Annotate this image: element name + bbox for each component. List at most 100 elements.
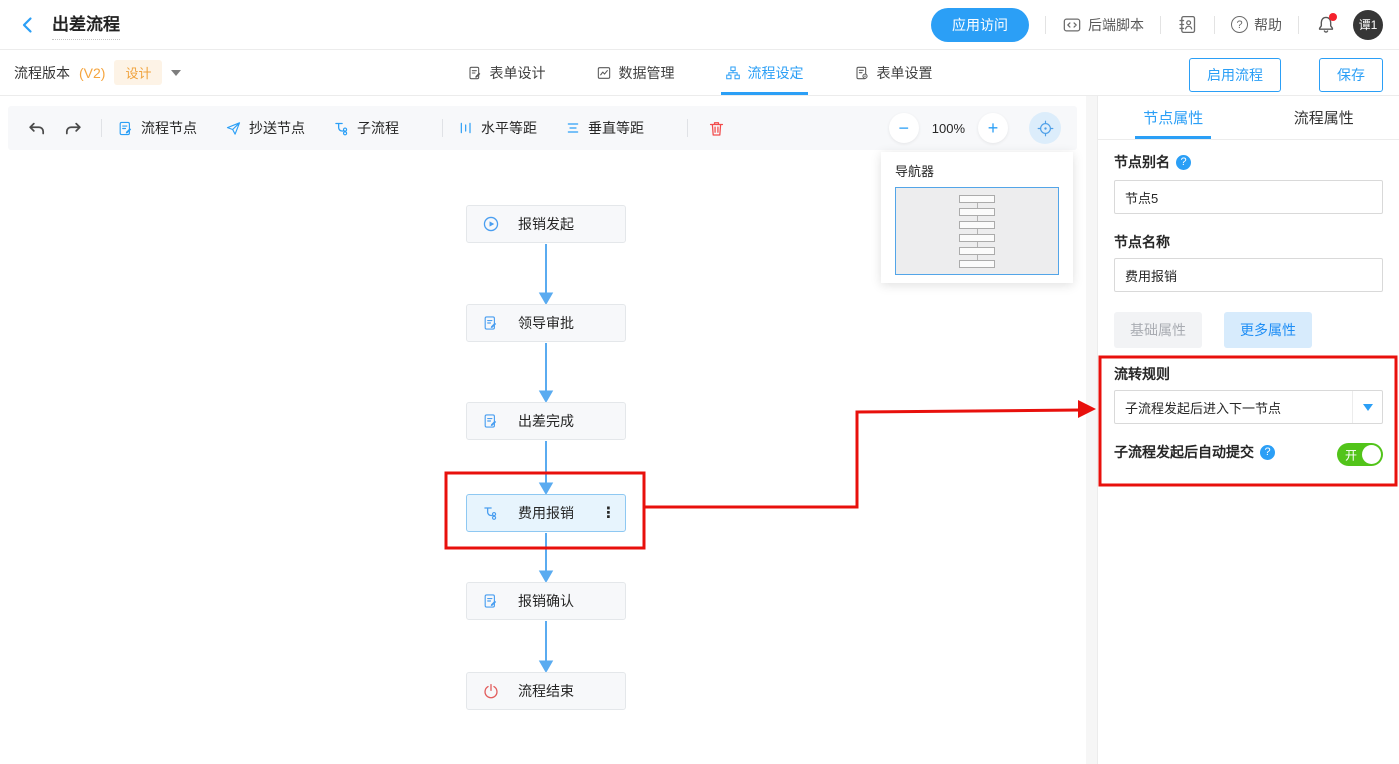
chevron-left-icon — [18, 15, 38, 35]
form-settings-icon — [854, 65, 870, 81]
flow-node-icon — [117, 120, 134, 137]
back-button[interactable] — [16, 13, 40, 37]
tool-label: 流程节点 — [141, 118, 197, 138]
help-icon: ? — [1231, 16, 1248, 33]
navigator-panel: 导航器 — [881, 152, 1073, 283]
tab-label: 流程设定 — [748, 63, 804, 83]
module-tabs: 表单设计 数据管理 流程设定 表单设置 — [467, 50, 933, 95]
code-icon — [1062, 15, 1082, 35]
auto-submit-help-icon[interactable]: ? — [1260, 445, 1275, 460]
alias-label-row: 节点别名 ? — [1114, 152, 1191, 172]
more-props-button[interactable]: 更多属性 — [1224, 312, 1312, 348]
navigator-title: 导航器 — [895, 161, 1059, 180]
select-caret-zone[interactable] — [1352, 391, 1382, 423]
vertical-equal-spacing-button[interactable]: 垂直等距 — [565, 118, 644, 138]
rule-label: 流转规则 — [1114, 364, 1170, 384]
add-cc-node-button[interactable]: 抄送节点 — [225, 118, 305, 138]
design-status-chip[interactable]: 设计 — [114, 60, 162, 85]
paper-plane-icon — [225, 120, 242, 137]
enable-flow-button[interactable]: 启用流程 — [1189, 58, 1281, 92]
page-title: 出差流程 — [52, 10, 120, 40]
approval-doc-icon — [482, 593, 499, 610]
address-book-icon — [1177, 14, 1198, 35]
tab-label: 数据管理 — [619, 63, 675, 83]
basic-props-button[interactable]: 基础属性 — [1114, 312, 1202, 348]
header-divider — [1160, 16, 1161, 34]
add-subflow-button[interactable]: 子流程 — [333, 118, 399, 138]
delete-node-button[interactable] — [703, 115, 729, 141]
auto-submit-label-row: 子流程发起后自动提交 ? — [1114, 442, 1275, 462]
approval-doc-icon — [482, 315, 499, 332]
tab-label: 表单设计 — [490, 63, 546, 83]
play-circle-icon — [482, 215, 500, 233]
rule-select[interactable]: 子流程发起后进入下一节点 — [1114, 390, 1383, 424]
backend-script-button[interactable]: 后端脚本 — [1062, 15, 1144, 35]
notification-badge — [1329, 13, 1337, 21]
node-more-button[interactable]: ⋮ — [601, 506, 616, 521]
redo-icon — [63, 118, 83, 138]
flow-canvas[interactable]: 流程节点 抄送节点 子流程 水平等距 — [0, 96, 1086, 764]
zoom-in-button[interactable]: + — [978, 113, 1008, 143]
address-book-button[interactable] — [1177, 14, 1198, 35]
add-flow-node-button[interactable]: 流程节点 — [117, 118, 197, 138]
minimap-node — [959, 234, 995, 242]
top-header: 出差流程 应用访问 后端脚本 ? 帮助 — [0, 0, 1399, 50]
form-design-icon — [467, 65, 483, 81]
zoom-out-button[interactable]: − — [889, 113, 919, 143]
flow-node-start[interactable]: 报销发起 — [466, 205, 626, 243]
node-label: 流程结束 — [518, 681, 574, 701]
header-divider — [1045, 16, 1046, 34]
trash-icon — [707, 119, 726, 138]
canvas-scrollbar-track[interactable] — [1086, 96, 1097, 764]
tab-form-settings[interactable]: 表单设置 — [854, 50, 933, 95]
chevron-down-icon — [1363, 404, 1373, 411]
name-input[interactable] — [1114, 258, 1383, 292]
auto-submit-label: 子流程发起后自动提交 — [1114, 442, 1254, 462]
flow-node-trip-done[interactable]: 出差完成 — [466, 402, 626, 440]
tab-data-management[interactable]: 数据管理 — [596, 50, 675, 95]
help-button[interactable]: ? 帮助 — [1231, 15, 1282, 35]
toolbar-divider — [687, 119, 688, 137]
minimap-node — [959, 221, 995, 229]
name-label: 节点名称 — [1114, 232, 1170, 252]
undo-icon — [27, 118, 47, 138]
tab-label: 表单设置 — [877, 63, 933, 83]
flow-node-confirm[interactable]: 报销确认 — [466, 582, 626, 620]
panel-tab-flow-props[interactable]: 流程属性 — [1249, 96, 1399, 139]
tool-label: 水平等距 — [481, 118, 537, 138]
app-access-button[interactable]: 应用访问 — [931, 8, 1029, 42]
locate-button[interactable] — [1029, 112, 1061, 144]
node-label: 报销确认 — [518, 591, 574, 611]
tool-label: 抄送节点 — [249, 118, 305, 138]
node-label: 领导审批 — [518, 313, 574, 333]
flow-node-expense-subflow[interactable]: 费用报销 ⋮ — [466, 494, 626, 532]
approval-doc-icon — [482, 413, 499, 430]
version-label: 流程版本 — [14, 63, 70, 83]
redo-button[interactable] — [60, 115, 86, 141]
tab-form-design[interactable]: 表单设计 — [467, 50, 546, 95]
node-label: 报销发起 — [518, 214, 574, 234]
minimap-node — [959, 260, 995, 268]
node-label: 出差完成 — [518, 411, 574, 431]
save-button[interactable]: 保存 — [1319, 58, 1383, 92]
tab-flow-setting[interactable]: 流程设定 — [725, 50, 804, 95]
flow-node-end[interactable]: 流程结束 — [466, 672, 626, 710]
subflow-icon — [482, 505, 499, 522]
data-management-icon — [596, 65, 612, 81]
minimap[interactable] — [895, 187, 1059, 275]
minimap-node — [959, 247, 995, 255]
header-divider — [1214, 16, 1215, 34]
flow-node-approval[interactable]: 领导审批 — [466, 304, 626, 342]
horizontal-equal-spacing-button[interactable]: 水平等距 — [458, 118, 537, 138]
avatar[interactable]: 谭1 — [1353, 10, 1383, 40]
alias-help-icon[interactable]: ? — [1176, 155, 1191, 170]
notification-button[interactable] — [1315, 14, 1337, 36]
auto-submit-toggle[interactable]: 开 — [1337, 443, 1383, 466]
vertical-spacing-icon — [565, 120, 581, 136]
alias-input[interactable] — [1114, 180, 1383, 214]
zoom-level: 100% — [932, 121, 965, 136]
properties-panel: 节点属性 流程属性 节点别名 ? 节点名称 基础属性 更多属性 流转规则 子流程… — [1097, 96, 1399, 764]
version-dropdown-caret[interactable] — [171, 70, 181, 76]
undo-button[interactable] — [24, 115, 50, 141]
panel-tab-node-props[interactable]: 节点属性 — [1098, 96, 1249, 139]
